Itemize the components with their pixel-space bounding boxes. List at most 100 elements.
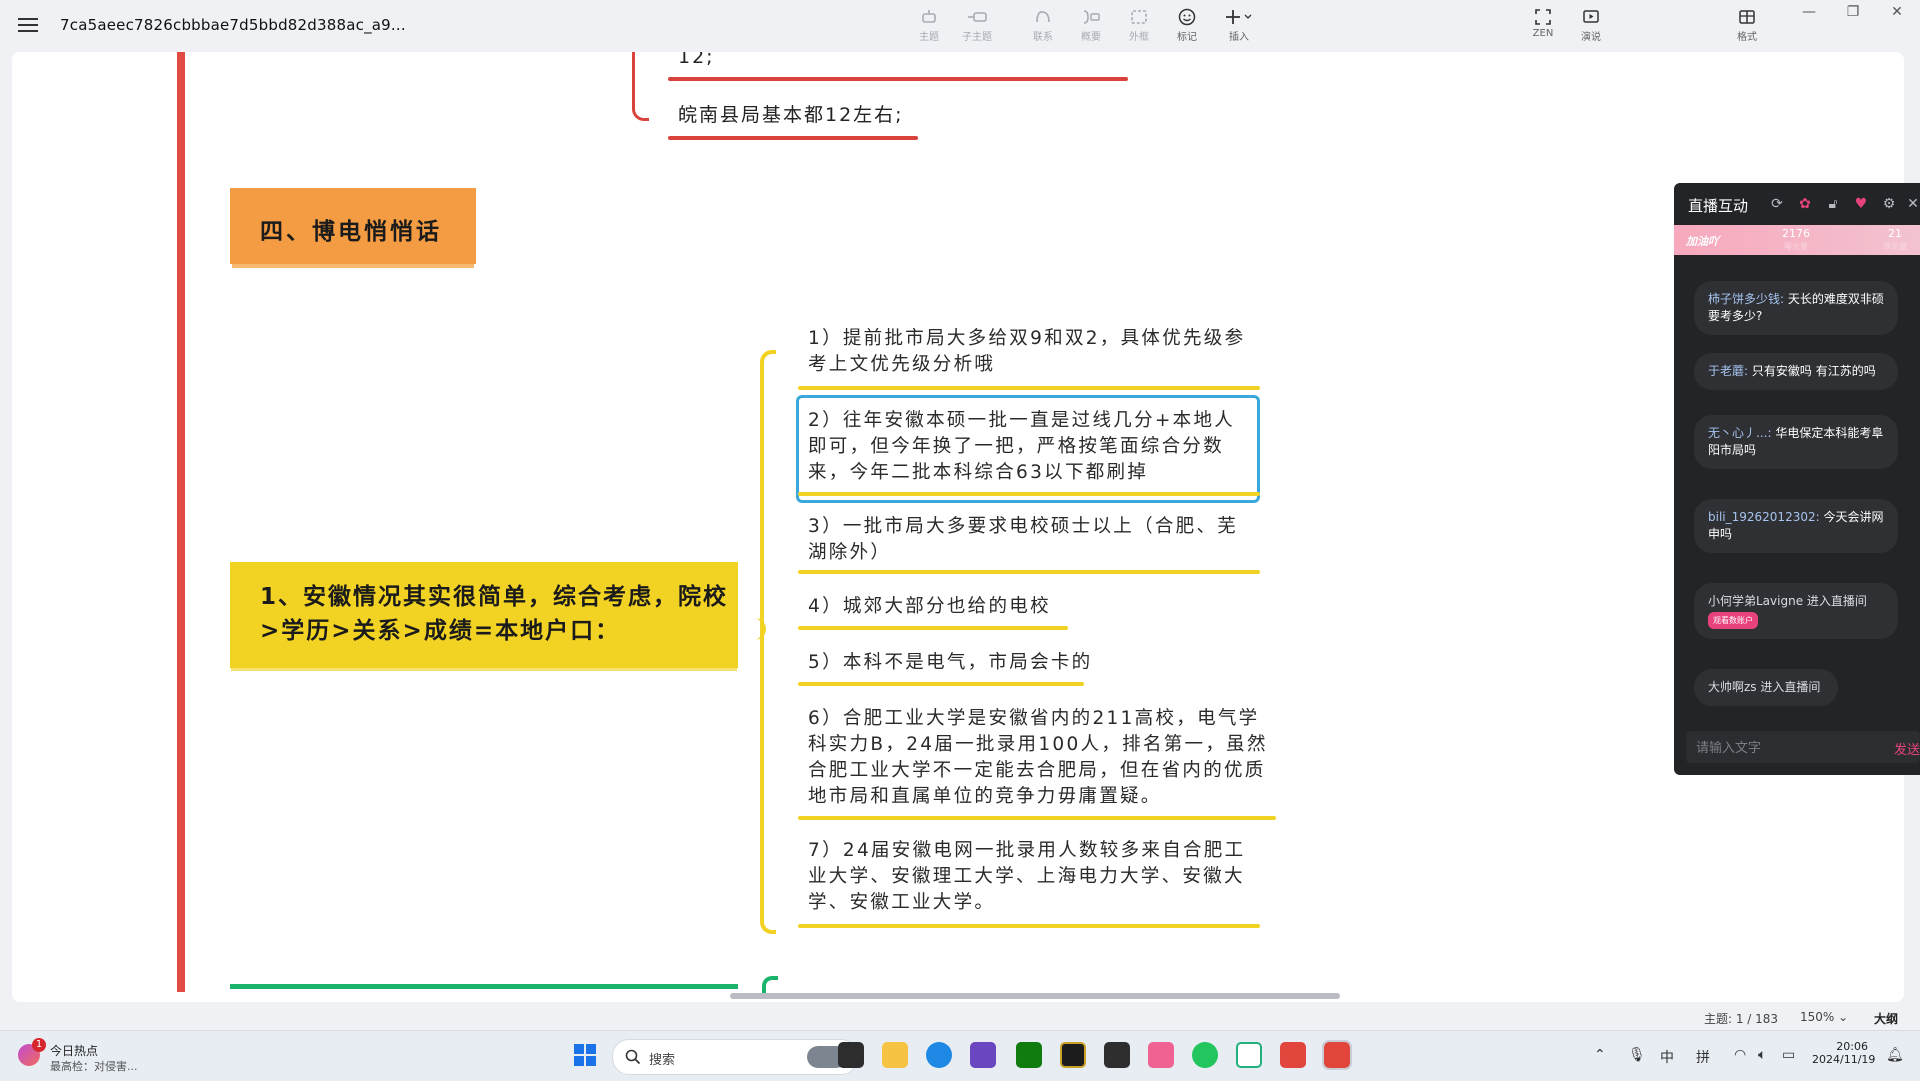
zoom-level: 150% [1800,1010,1835,1024]
pitch-play-icon [1583,10,1599,23]
refresh-icon[interactable]: ⟳ [1768,195,1786,213]
subtopic-item-6[interactable]: 6）合肥工业大学是安徽省内的211高校，电气学科实力B，24届一批录用100人，… [808,706,1268,810]
clock-time: 20:06 [1836,1040,1868,1053]
chevron-down-icon: ⌄ [1838,1010,1849,1024]
topic-wannan[interactable]: 皖南县局基本都12左右; [678,102,904,128]
zen-fullscreen-icon [1535,9,1551,25]
live-panel-title: 直播互动 [1688,197,1749,215]
live-tag: 加油吖 [1686,235,1719,248]
edge-browser-icon[interactable] [926,1042,952,1068]
main-branch-line [177,52,185,992]
mindmap-canvas[interactable]: 12; 皖南县局基本都12左右; 四、博电悄悄话 1、安徽情况其实很简单，综合考… [12,52,1904,1002]
zoom-dropdown[interactable]: 150% ⌄ [1800,1010,1848,1024]
boundary-icon [1131,10,1147,24]
tray-overflow-icon[interactable]: ⌃ [1594,1047,1606,1063]
subtopic-item-1[interactable]: 1）提前批市局大多给双9和双2，具体优先级参考上文优先级分析哦 [808,326,1248,378]
section-topic-label: 四、博电悄悄话 [260,219,442,245]
windows-taskbar: 1 今日热点 最高检：对侵害... 搜索 ⌃ 🎙︎ 中 拼 ◠ 🔈︎ ▭ 20:… [0,1030,1920,1081]
maximize-button[interactable]: ❐ [1838,4,1868,24]
next-topic-underline [230,984,738,989]
subtopic-underline [798,816,1276,820]
microphone-icon[interactable]: 🎙︎ [1628,1047,1646,1063]
toolbar-pitch-button[interactable]: 演说 [1568,8,1614,43]
volume-icon[interactable]: 🔈︎ [1758,1047,1766,1063]
task-view-icon[interactable] [838,1042,864,1068]
minimize-button[interactable]: — [1794,4,1824,24]
branch-connector [632,52,649,121]
format-panel-icon [1739,10,1755,24]
close-button[interactable]: ✕ [1882,4,1912,24]
topic-underline [668,136,918,140]
chat-message: bili_19262012302: 今天会讲网申吗 [1694,499,1898,553]
app-icon[interactable] [970,1042,996,1068]
xmind-icon[interactable] [1280,1042,1306,1068]
exposure-stat: 2176 曝光量 [1782,227,1810,251]
toolbar-subtopic-button[interactable]: 子主题 [954,8,1000,43]
close-panel-icon[interactable]: ✕ [1904,195,1920,213]
subtopic-item-3[interactable]: 3）一批市局大多要求电校硕士以上（合肥、芜湖除外） [808,514,1248,566]
subtopic-icon [968,12,987,22]
subtopic-underline [798,626,1068,630]
settings-gear-icon[interactable]: ⚙ [1880,195,1898,213]
wechat-icon[interactable] [1192,1042,1218,1068]
send-button[interactable]: 发送 [1894,739,1920,758]
wifi-icon[interactable]: ◠ [1734,1047,1746,1063]
topic-count: 主题: 1 / 183 [1704,1012,1779,1026]
chat-input[interactable] [1694,737,1868,759]
clock[interactable]: 20:06 2024/11/19 [1812,1040,1876,1066]
notification-bell-icon[interactable]: 🔔︎ [1886,1047,1904,1063]
chat-message: 柿子饼多少钱: 天长的难度双非硕要考多少? [1694,281,1898,335]
live-stats-bar: 加油吖 2176 曝光量 21 评论量 [1674,225,1920,255]
news-subtitle[interactable]: 最高检：对侵害... [50,1058,138,1074]
toolbar-relationship-button[interactable]: 联系 [1020,8,1066,43]
remote-desktop-icon[interactable] [1236,1042,1262,1068]
toolbar-summary-button[interactable]: 概要 [1068,8,1114,43]
wps-icon[interactable] [1060,1042,1086,1068]
topic-fragment[interactable]: 12; [678,52,715,70]
subtopic-item-2[interactable]: 2）往年安徽本硕一批一直是过线几分+本地人即可，但今年换了一把，严格按笔面综合分… [808,408,1248,486]
subtopic-item-7[interactable]: 7）24届安徽电网一批录用人数较多来自合肥工业大学、安徽理工大学、上海电力大学、… [808,838,1248,916]
chat-message: 无丶心丿...: 华电保定本科能考阜阳市局吗 [1694,415,1898,469]
live-interaction-panel: 直播互动 ⟳ ✿ 🔓︎ ♥ ⚙ ✕ 加油吖 2176 曝光量 21 评论量 柿子饼多… [1674,183,1920,775]
lock-icon[interactable]: 🔓︎ [1824,195,1842,213]
viewer-badge: 观看数账户 [1708,612,1758,629]
chat-input-box[interactable]: 发送 [1686,731,1920,763]
outline-button[interactable]: 大纲 [1874,1010,1898,1027]
toolbar-zen-button[interactable]: ZEN [1520,8,1566,39]
brace-connector [760,350,776,634]
ime-pinyin-toggle[interactable]: 拼 [1696,1047,1710,1067]
main-topic-node[interactable]: 1、安徽情况其实很简单，综合考虑，院校>学历>关系>成绩=本地户口： [230,562,738,668]
horizontal-scrollbar[interactable] [730,993,1340,999]
document-title: 7ca5aeec7826cbbbae7d5bbd82d388ac_a9... [60,16,406,34]
heart-icon[interactable]: ♥ [1852,195,1870,213]
subtopic-underline [798,570,1260,574]
toolbar-topic-button[interactable]: 主题 [906,8,952,43]
subtopic-item-5[interactable]: 5）本科不是电气，市局会卡的 [808,650,1248,676]
toolbar-marker-button[interactable]: 标记 [1164,8,1210,43]
subtopic-item-4[interactable]: 4）城郊大部分也给的电校 [808,594,1248,620]
clock-date: 2024/11/19 [1812,1053,1876,1066]
toolbar-format-button[interactable]: 格式 [1724,8,1770,43]
toolbar-boundary-button[interactable]: 外框 [1116,8,1162,43]
xmind-active-icon[interactable] [1322,1040,1352,1070]
nvidia-icon[interactable] [1104,1042,1130,1068]
news-title[interactable]: 今日热点 [50,1042,98,1059]
chat-message: 于老蘑: 只有安徽吗 有江苏的吗 [1694,353,1898,390]
comment-stat: 21 评论量 [1883,227,1907,251]
gift-icon[interactable]: ✿ [1796,195,1814,213]
section-topic-node[interactable]: 四、博电悄悄话 [230,188,476,264]
bilibili-icon[interactable] [1148,1042,1174,1068]
ime-chinese-toggle[interactable]: 中 [1660,1047,1674,1067]
subtopic-underline [798,492,1260,496]
toolbar-insert-button[interactable]: 插入 [1216,8,1262,43]
xbox-icon[interactable] [1016,1042,1042,1068]
search-icon [625,1049,641,1065]
battery-icon[interactable]: ▭ [1782,1047,1795,1063]
file-explorer-icon[interactable] [882,1042,908,1068]
windows-start-icon[interactable] [572,1042,598,1068]
hamburger-menu-icon[interactable] [18,15,38,33]
taskbar-search[interactable]: 搜索 [612,1039,858,1075]
smiley-marker-icon [1178,8,1196,26]
main-topic-label: 1、安徽情况其实很简单，综合考虑，院校>学历>关系>成绩=本地户口： [260,584,729,644]
subtopic-underline [798,682,1084,686]
